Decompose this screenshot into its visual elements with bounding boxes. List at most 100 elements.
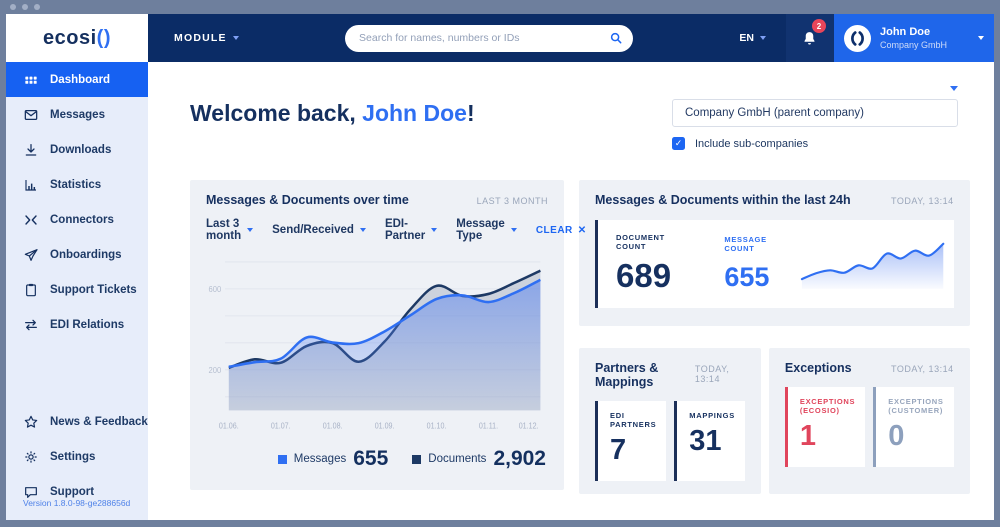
card-timestamp: TODAY, 13:14: [891, 196, 954, 206]
sidebar-item-statistics[interactable]: Statistics: [6, 167, 148, 202]
filter-send-received[interactable]: Send/Received: [272, 224, 366, 236]
include-sub-companies-checkbox[interactable]: ✓: [672, 137, 685, 150]
card-title: Partners & Mappings: [595, 361, 695, 389]
user-avatar-icon: [844, 25, 871, 52]
welcome-prefix: Welcome back,: [190, 100, 362, 126]
window-dot[interactable]: [34, 4, 40, 10]
language-selector[interactable]: EN: [739, 32, 766, 44]
dashboard-grid-icon: [23, 72, 39, 88]
documents-swatch-icon: [412, 455, 421, 464]
user-menu[interactable]: John Doe Company GmbH: [834, 14, 994, 62]
sidebar-item-label: Onboardings: [50, 249, 122, 261]
bar-chart-icon: [23, 177, 39, 193]
star-icon: [23, 414, 39, 430]
metric-value: 689: [616, 257, 696, 295]
sidebar-item-edi-relations[interactable]: EDI Relations: [6, 307, 148, 342]
legend-label: Messages: [294, 453, 346, 465]
notifications-button[interactable]: 2: [786, 14, 834, 62]
legend-label: Documents: [428, 453, 486, 465]
top-navbar: ecosi() MODULE EN 2: [6, 14, 994, 62]
gear-icon: [23, 449, 39, 465]
paper-plane-icon: [23, 247, 39, 263]
welcome-user-name: John Doe: [362, 100, 467, 126]
card-over-time: Messages & Documents over time LAST 3 MO…: [190, 180, 564, 490]
metric-value: 31: [689, 425, 735, 458]
sidebar-item-settings[interactable]: Settings: [6, 439, 148, 474]
filter-timerange[interactable]: Last 3 month: [206, 218, 253, 242]
chart-legend: Messages 655 Documents 2,902: [206, 445, 548, 477]
sidebar-item-connectors[interactable]: Connectors: [6, 202, 148, 237]
metric-value: 0: [888, 420, 943, 453]
window-dot[interactable]: [10, 4, 16, 10]
svg-text:01.11.: 01.11.: [479, 421, 498, 431]
clear-label: CLEAR: [536, 225, 573, 236]
sidebar-item-label: Dashboard: [50, 74, 110, 86]
filter-label: EDI-Partner: [385, 218, 425, 242]
sidebar-item-support-tickets[interactable]: Support Tickets: [6, 272, 148, 307]
svg-text:01.07.: 01.07.: [271, 421, 291, 431]
company-panel-collapse-caret[interactable]: [950, 86, 958, 91]
legend-value: 2,902: [493, 447, 546, 471]
card-timestamp: LAST 3 MONTH: [477, 196, 548, 206]
metric-label: DOCUMENT COUNT: [616, 233, 696, 251]
chevron-down-icon: [511, 228, 517, 232]
sidebar-item-dashboard[interactable]: Dashboard: [6, 62, 148, 97]
filter-message-type[interactable]: Message Type: [456, 218, 517, 242]
card-title: Messages & Documents within the last 24h: [595, 193, 851, 207]
svg-text:01.12.: 01.12.: [519, 421, 539, 431]
chevron-down-icon: [360, 228, 366, 232]
sidebar-item-label: Downloads: [50, 144, 111, 156]
chevron-down-icon: [233, 36, 239, 40]
chevron-down-icon: [760, 36, 766, 40]
svg-text:01.08.: 01.08.: [323, 421, 343, 431]
window-titlebar: [0, 0, 1000, 14]
last-24h-metrics-panel: DOCUMENT COUNT 689 MESSAGE COUNT 655: [595, 220, 954, 308]
arrows-swap-icon: [23, 317, 39, 333]
logo-text: ecosi: [43, 27, 97, 50]
logo-parentheses: (): [97, 27, 111, 50]
filter-label: Last 3 month: [206, 218, 241, 242]
chart-filter-row: Last 3 month Send/Received EDI-Partner M…: [206, 218, 548, 242]
clear-filters-button[interactable]: CLEAR ✕: [536, 225, 587, 236]
mappings-metric: MAPPINGS 31: [674, 401, 745, 481]
search-input[interactable]: [359, 32, 609, 44]
chevron-down-icon: [978, 36, 984, 40]
sidebar-item-onboardings[interactable]: Onboardings: [6, 237, 148, 272]
filter-edi-partner[interactable]: EDI-Partner: [385, 218, 437, 242]
search-icon[interactable]: [609, 31, 623, 45]
close-icon: ✕: [578, 225, 587, 236]
sidebar: Dashboard Messages Downloads Statistics Conn…: [6, 62, 148, 520]
edi-partners-metric: EDI PARTNERS 7: [595, 401, 666, 481]
metric-label: EDI PARTNERS: [610, 411, 656, 429]
card-timestamp: TODAY, 13:14: [695, 364, 745, 384]
module-menu[interactable]: MODULE: [174, 32, 239, 44]
messages-swatch-icon: [278, 455, 287, 464]
metric-label: EXCEPTIONS (ECOSIO): [800, 397, 855, 415]
ecosio-logo[interactable]: ecosi(): [6, 14, 148, 62]
sidebar-item-messages[interactable]: Messages: [6, 97, 148, 132]
module-label: MODULE: [174, 32, 227, 44]
language-label: EN: [739, 32, 754, 44]
metric-label: MAPPINGS: [689, 411, 735, 420]
browser-frame: ecosi() MODULE EN 2: [0, 0, 1000, 527]
document-count-metric: DOCUMENT COUNT 689: [616, 233, 696, 295]
legend-value: 655: [353, 447, 388, 471]
window-dot[interactable]: [22, 4, 28, 10]
sidebar-item-label: Connectors: [50, 214, 114, 226]
sidebar-footer-nav: News & FeedbackSettings Support: [6, 404, 148, 509]
sidebar-item-label: Messages: [50, 109, 105, 121]
filter-label: Send/Received: [272, 224, 354, 236]
card-title: Exceptions: [785, 361, 852, 375]
sidebar-item-label: Support: [50, 486, 94, 498]
company-select[interactable]: Company GmbH (parent company): [672, 99, 958, 127]
user-company: Company GmbH: [880, 40, 976, 50]
messages-documents-chart: 60020001.06.01.07.01.08.01.09.01.10.01.1…: [206, 250, 548, 445]
chevron-down-icon: [431, 228, 437, 232]
metric-label: MESSAGE COUNT: [724, 235, 798, 253]
sidebar-item-news-feedback[interactable]: News & Feedback: [6, 404, 148, 439]
card-last-24h: Messages & Documents within the last 24h…: [579, 180, 970, 326]
sidebar-item-downloads[interactable]: Downloads: [6, 132, 148, 167]
connectors-icon: [23, 212, 39, 228]
welcome-suffix: !: [467, 100, 475, 126]
metric-value: 655: [724, 262, 798, 293]
